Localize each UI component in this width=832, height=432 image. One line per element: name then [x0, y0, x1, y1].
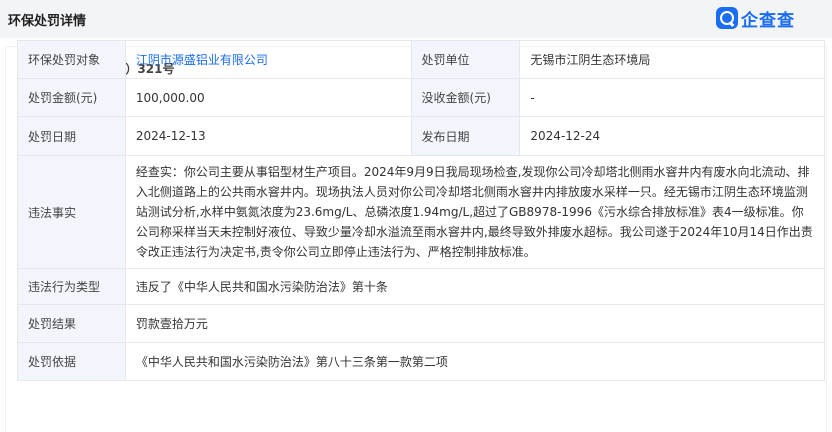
punished-party-label: 环保处罚对象 [17, 40, 126, 79]
violation-type-value: 违反了《中华人民共和国水污染防治法》第十条 [124, 268, 826, 305]
detail-table: 环保处罚对象 江阴市源盛铝业有限公司 处罚单位 无锡市江阴生态环境局 处罚金额(… [17, 40, 826, 381]
punishment-date-label: 处罚日期 [17, 116, 126, 156]
punishment-result-label: 处罚结果 [17, 304, 126, 343]
punishing-unit-label: 处罚单位 [410, 40, 521, 79]
punishing-unit-value: 无锡市江阴生态环境局 [519, 40, 825, 79]
page-title: 环保处罚详情 [8, 14, 87, 29]
punishment-basis-label: 处罚依据 [17, 342, 126, 381]
table-row: 处罚金额(元) 100,000.00 没收金额(元) - [17, 78, 825, 117]
publish-date-value: 2024-12-24 [519, 116, 825, 156]
fine-amount-label: 处罚金额(元) [17, 78, 126, 117]
qichacha-logo[interactable]: 企查查 [716, 6, 795, 31]
violation-facts-label: 违法事实 [17, 155, 126, 269]
page-header: 环保处罚详情 企查查 [0, 0, 832, 38]
company-link[interactable]: 江阴市源盛铝业有限公司 [136, 53, 268, 67]
publish-date-label: 发布日期 [410, 116, 521, 156]
table-row: 处罚依据 《中华人民共和国水污染防治法》第八十三条第一款第二项 [17, 342, 826, 381]
table-row: 处罚日期 2024-12-13 发布日期 2024-12-24 [17, 116, 825, 156]
table-row: 违法事实 经查实：你公司主要从事铝型材生产项目。2024年9月9日我局现场检查,… [17, 155, 826, 269]
table-row: 违法行为类型 违反了《中华人民共和国水污染防治法》第十条 [17, 268, 826, 305]
violation-type-label: 违法行为类型 [17, 268, 126, 305]
fine-amount-value: 100,000.00 [124, 78, 412, 117]
logo-text: 企查查 [741, 10, 795, 31]
punished-party-value: 江阴市源盛铝业有限公司 [124, 40, 412, 79]
punishment-result-value: 罚款壹拾万元 [124, 304, 826, 343]
table-row: 处罚结果 罚款壹拾万元 [17, 304, 826, 343]
confiscated-amount-label: 没收金额(元) [410, 78, 521, 117]
magnifier-icon [716, 7, 738, 29]
violation-facts-value: 经查实：你公司主要从事铝型材生产项目。2024年9月9日我局现场检查,发现你公司… [124, 155, 826, 269]
confiscated-amount-value: - [519, 78, 825, 117]
punishment-basis-value: 《中华人民共和国水污染防治法》第八十三条第一款第二项 [124, 342, 826, 381]
table-row: 环保处罚对象 江阴市源盛铝业有限公司 处罚单位 无锡市江阴生态环境局 [17, 40, 825, 79]
punishment-date-value: 2024-12-13 [124, 116, 412, 156]
